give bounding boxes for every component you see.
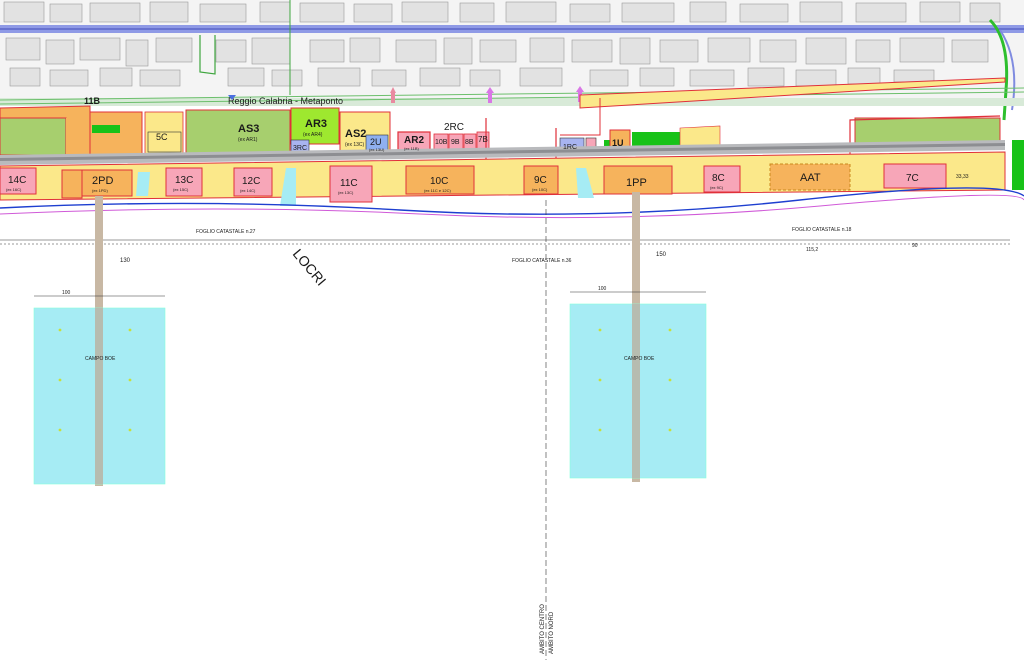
campo-label: CAMPO BOE (85, 356, 116, 362)
dimension-label: 100 (598, 286, 607, 292)
dimension-label: 130 (120, 258, 131, 264)
zone-sublabel: (ex 11C e 12C) (424, 188, 451, 193)
ambito-label: AMBITO NORD (549, 611, 555, 654)
zone-label: 11B (84, 96, 101, 106)
zone-label: 10B (435, 139, 448, 146)
zone-label: 1PP (626, 177, 647, 189)
zone-label: 10C (430, 176, 448, 187)
zone-label: 14C (8, 175, 26, 186)
zone-label: AR2 (404, 135, 424, 146)
zone-sublabel: (ex 13C) (338, 190, 354, 195)
zone-sublabel: (ex 1PD) (92, 188, 108, 193)
zone-sublabel: (ex AR1) (238, 137, 258, 143)
pier-strips (95, 192, 640, 486)
town-label: LOCRI (290, 246, 330, 289)
foglio-label: FOGLIO CATASTALE n.36 (512, 258, 572, 264)
zone-label: 7B (478, 135, 488, 144)
zone-label: AAT (800, 172, 821, 184)
buoy-field-left (33, 295, 166, 485)
campo-label: CAMPO BOE (624, 356, 655, 362)
zone-sublabel: (ex 10C) (532, 187, 548, 192)
zone-label: 1RC (563, 144, 577, 151)
zone-label: 2U (370, 137, 382, 147)
foglio-label: FOGLIO CATASTALE n.18 (792, 227, 852, 233)
zone-sublabel: (ex 13U) (369, 147, 385, 152)
zoning-map: Reggio Calabria - Metaponto 11B 5C AS3 (… (0, 0, 1024, 660)
dimension-label: 100 (62, 290, 71, 296)
zone-label: 12C (242, 176, 260, 187)
zone-label: 8C (712, 173, 725, 184)
dimension-label: 150 (656, 252, 667, 258)
zone-label: 2PD (92, 175, 113, 187)
zone-label: 7C (906, 173, 919, 184)
zone-label: AS2 (345, 128, 366, 140)
zone-label: 9C (534, 175, 547, 186)
dimension-label: 115,2 (806, 247, 818, 253)
zone-sublabel: (ex 13C) (345, 142, 365, 148)
zone-label: 11C (340, 178, 358, 189)
zone-sublabel: (ex 14C) (240, 188, 256, 193)
zone-label: 13C (175, 175, 193, 186)
zone-label: AR3 (305, 118, 327, 130)
zone-sublabel: (ex 15C) (173, 187, 189, 192)
buoy-field-right (569, 291, 707, 479)
zone-label: 3RC (293, 145, 307, 152)
zone-label: 5C (156, 132, 168, 142)
rail-line-label: Reggio Calabria - Metaponto (228, 96, 343, 106)
zone-label: 8B (465, 139, 474, 146)
ambito-label: AMBITO CENTRO (540, 604, 546, 654)
zone-sublabel: (ex 16C) (6, 187, 22, 192)
zone-label: 9B (451, 139, 460, 146)
zone-sublabel: (ex 11B) (404, 146, 419, 151)
zone-label: 2RC (444, 122, 464, 133)
zone-sublabel: (ex AR4) (303, 132, 323, 138)
dimension-label: 90 (912, 243, 918, 249)
foglio-label: FOGLIO CATASTALE n.27 (196, 229, 256, 235)
zone-label: 1U (612, 138, 624, 148)
zone-sublabel: (ex 9C) (710, 185, 724, 190)
zone-label: AS3 (238, 123, 259, 135)
dimension-label: 33,33 (956, 174, 969, 180)
